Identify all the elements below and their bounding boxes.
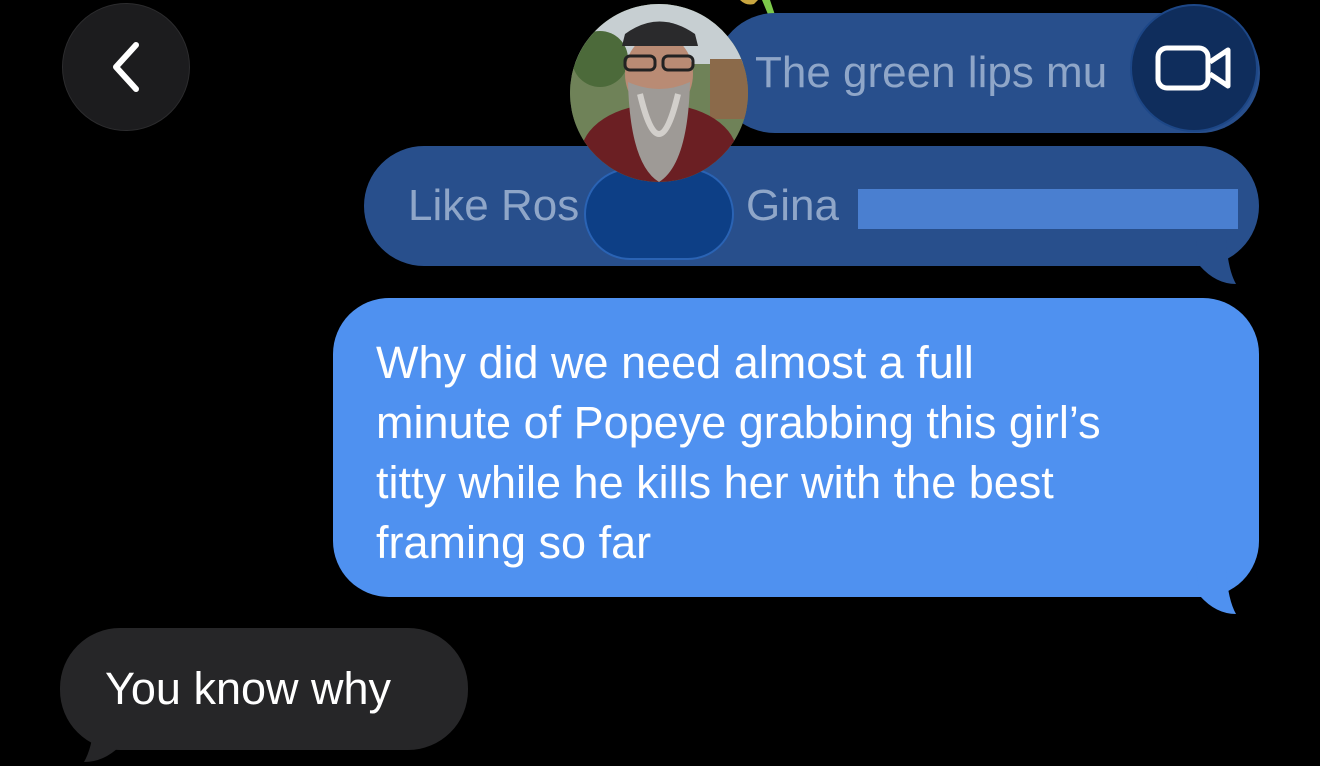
message-text: You know why bbox=[105, 663, 392, 714]
video-camera-icon bbox=[1155, 45, 1231, 91]
contact-avatar[interactable] bbox=[570, 4, 748, 182]
message-line: Why did we need almost a full bbox=[376, 337, 974, 388]
avatar-photo bbox=[570, 4, 748, 182]
message-line: titty while he kills her with the best bbox=[376, 457, 1054, 508]
message-text-start: Like Ros bbox=[408, 181, 580, 230]
message-line: framing so far bbox=[376, 517, 652, 568]
redaction-bar bbox=[858, 189, 1238, 229]
message-line: minute of Popeye grabbing this girl’s bbox=[376, 397, 1101, 448]
message-bubble-sent-3: Why did we need almost a full minute of … bbox=[333, 298, 1259, 597]
chevron-left-icon bbox=[113, 42, 139, 92]
message-text: The green lips mu bbox=[755, 48, 1108, 97]
message-bubble-sent-2: Like Ros Gina bbox=[364, 146, 1259, 266]
bubble-tail bbox=[84, 724, 124, 762]
video-call-button[interactable] bbox=[1130, 4, 1258, 132]
back-button[interactable] bbox=[62, 3, 190, 131]
bubble-tail bbox=[1196, 570, 1236, 614]
bubble-tail bbox=[1196, 240, 1236, 284]
message-text-end: Gina bbox=[746, 181, 839, 230]
